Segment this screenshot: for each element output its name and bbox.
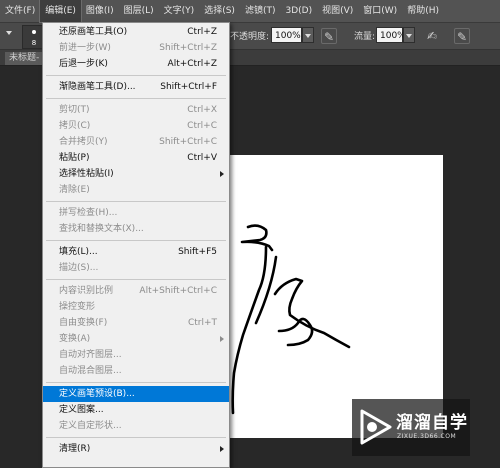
play-logo-icon: [360, 409, 392, 445]
menu-window[interactable]: 窗口(W): [358, 0, 402, 22]
brush-tip-icon: [32, 30, 36, 34]
menu-separator: [46, 75, 226, 76]
submenu-arrow-icon: [220, 171, 224, 177]
document-tab[interactable]: 未标题-: [5, 52, 44, 65]
menu-item-copy[interactable]: 拷贝(C) Ctrl+C: [43, 118, 229, 134]
edit-menu-dropdown: 还原画笔工具(O) Ctrl+Z 前进一步(W) Shift+Ctrl+Z 后退一步…: [42, 22, 230, 468]
flow-label: 流量:: [354, 32, 376, 42]
menu-item-check-spelling[interactable]: 拼写检查(H)...: [43, 205, 229, 221]
menu-item-free-transform[interactable]: 自由变换(F) Ctrl+T: [43, 315, 229, 331]
menu-view[interactable]: 视图(V): [317, 0, 358, 22]
menu-layer[interactable]: 图层(L): [119, 0, 159, 22]
menu-item-purge[interactable]: 清理(R): [43, 441, 229, 457]
stroke-loop: [277, 317, 314, 347]
menu-item-cut[interactable]: 剪切(T) Ctrl+X: [43, 102, 229, 118]
menu-item-clear[interactable]: 清除(E): [43, 182, 229, 198]
menu-item-undo[interactable]: 还原画笔工具(O) Ctrl+Z: [43, 24, 229, 40]
menu-item-copy-merged[interactable]: 合并拷贝(Y) Shift+Ctrl+C: [43, 134, 229, 150]
menu-separator: [46, 437, 226, 438]
menu-item-transform[interactable]: 变换(A): [43, 331, 229, 347]
menu-item-find-replace[interactable]: 查找和替换文本(X)...: [43, 221, 229, 237]
menu-image[interactable]: 图像(I): [81, 0, 119, 22]
stroke-top-hook: [240, 224, 274, 252]
menu-3d[interactable]: 3D(D): [280, 0, 317, 22]
brush-strokes: [231, 224, 351, 415]
menu-filter[interactable]: 滤镜(T): [240, 0, 281, 22]
menu-item-paste-special[interactable]: 选择性粘贴(I): [43, 166, 229, 182]
menu-item-puppet-warp[interactable]: 操控变形: [43, 299, 229, 315]
watermark: 溜溜自学 ZIXUE.3D66.COM: [352, 399, 470, 456]
menu-item-fade[interactable]: 渐隐画笔工具(D)... Shift+Ctrl+F: [43, 79, 229, 95]
menu-item-define-brush-preset[interactable]: 定义画笔预设(B)...: [43, 386, 229, 402]
menu-item-step-backward[interactable]: 后退一步(K) Alt+Ctrl+Z: [43, 56, 229, 72]
flow-field[interactable]: 100%: [376, 27, 406, 43]
menu-type[interactable]: 文字(Y): [159, 0, 200, 22]
pressure-opacity-icon[interactable]: ✎: [321, 28, 337, 44]
menu-item-define-custom-shape[interactable]: 定义自定形状...: [43, 418, 229, 434]
menu-item-paste[interactable]: 粘贴(P) Ctrl+V: [43, 150, 229, 166]
menu-item-stroke[interactable]: 描边(S)...: [43, 260, 229, 276]
menu-separator: [46, 201, 226, 202]
menu-edit[interactable]: 编辑(E): [39, 0, 82, 23]
watermark-url: ZIXUE.3D66.COM: [397, 433, 457, 440]
submenu-arrow-icon: [220, 336, 224, 342]
menu-separator: [46, 382, 226, 383]
tool-preset-dropdown-icon[interactable]: [6, 31, 12, 35]
menu-item-auto-align-layers[interactable]: 自动对齐图层...: [43, 347, 229, 363]
menu-item-auto-blend-layers[interactable]: 自动混合图层...: [43, 363, 229, 379]
menu-separator: [46, 240, 226, 241]
menu-item-content-aware-scale[interactable]: 内容识别比例 Alt+Shift+Ctrl+C: [43, 283, 229, 299]
menu-separator: [46, 98, 226, 99]
menu-item-define-pattern[interactable]: 定义图案...: [43, 402, 229, 418]
menu-separator: [46, 279, 226, 280]
menu-file[interactable]: 文件(F): [0, 0, 40, 22]
submenu-arrow-icon: [220, 446, 224, 452]
pressure-size-icon[interactable]: ✎: [454, 28, 470, 44]
opacity-dropdown[interactable]: [302, 27, 314, 43]
document-canvas[interactable]: [196, 155, 443, 438]
menu-item-step-forward[interactable]: 前进一步(W) Shift+Ctrl+Z: [43, 40, 229, 56]
watermark-title: 溜溜自学: [396, 413, 468, 433]
menu-item-fill[interactable]: 填充(L)... Shift+F5: [43, 244, 229, 260]
opacity-field[interactable]: 100%: [271, 27, 302, 43]
menu-bar: 文件(F) 编辑(E) 图像(I) 图层(L) 文字(Y) 选择(S) 滤镜(T…: [0, 0, 500, 23]
stroke-right-shape: [273, 277, 351, 349]
flow-dropdown[interactable]: [403, 27, 415, 43]
menu-select[interactable]: 选择(S): [199, 0, 240, 22]
menu-help[interactable]: 帮助(H): [402, 0, 444, 22]
airbrush-icon[interactable]: ✍: [424, 28, 440, 44]
opacity-label: 不透明度:: [230, 32, 270, 42]
stroke-long-vertical: [231, 245, 268, 415]
